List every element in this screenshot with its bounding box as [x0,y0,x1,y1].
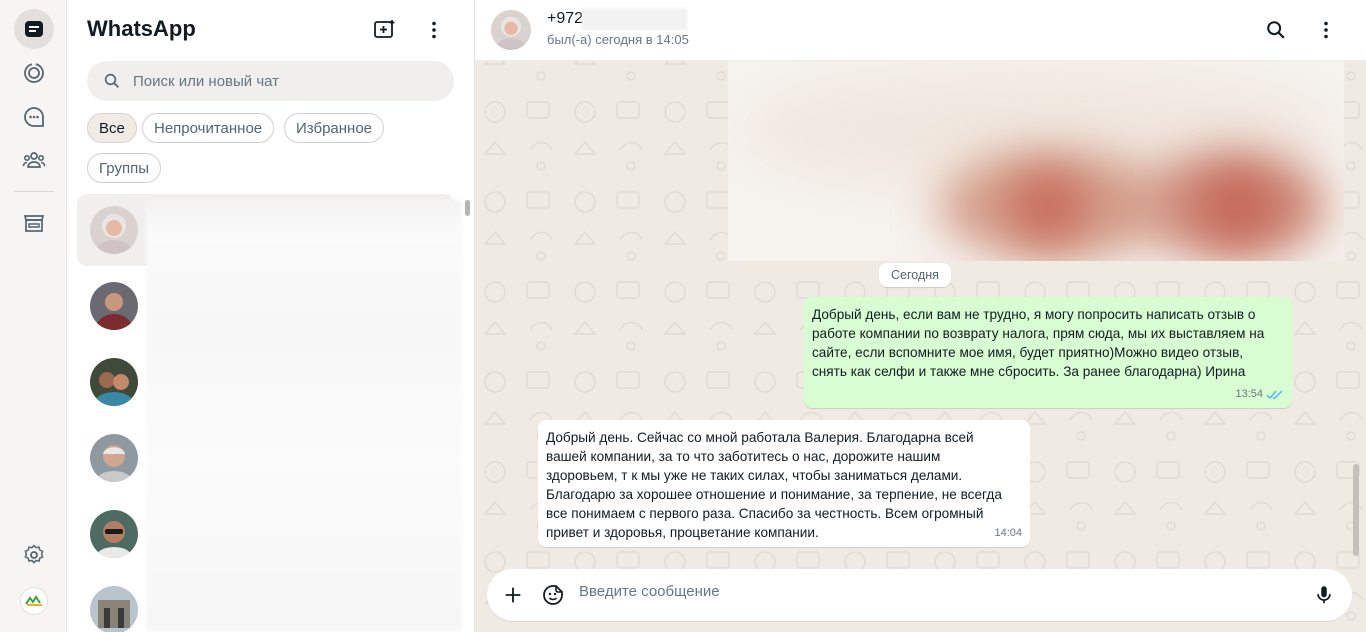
contact-avatar[interactable] [491,10,531,50]
conversation-menu-button[interactable] [1310,14,1342,46]
chat-list-panel: WhatsApp Все Непрочитанное Избранное Гру… [67,0,475,632]
outgoing-message[interactable]: Добрый день, если вам не трудно, я могу … [804,297,1292,408]
message-composer [487,569,1352,621]
voice-message-button[interactable] [1310,581,1338,609]
contact-name[interactable]: +972 [547,10,583,28]
message-line: работе компании по возврату налога, прям… [812,326,1265,341]
contact-last-seen: был(-а) сегодня в 14:05 [547,32,689,47]
chat-list-scrollbar[interactable] [465,200,470,216]
emoji-sticker-button[interactable] [539,581,567,609]
conversation-pane: +972 был(-а) сегодня в 14:05 Сегодня Доб… [475,0,1366,632]
message-time: 14:04 [994,527,1022,539]
search-icon [1267,21,1285,39]
new-chat-icon [374,20,395,38]
blurred-chat-details [146,200,462,632]
more-vertical-icon [1324,21,1328,39]
avatar [90,586,138,632]
nav-rail [0,0,67,632]
blurred-contact-number [582,8,687,30]
avatar [90,358,138,406]
message-input[interactable] [579,583,1279,600]
channels-icon [24,107,44,127]
search-box[interactable] [87,61,454,101]
message-line: здоровьем, т к мы уже не таких силах, чт… [546,468,963,483]
message-line: Благодарю за хорошее отношение и пониман… [546,487,1002,502]
profile-avatar[interactable] [20,587,48,615]
search-input[interactable] [133,72,433,90]
avatar [90,510,138,558]
rail-divider [14,191,54,192]
new-chat-button[interactable] [368,14,400,46]
avatar [90,206,138,254]
status-icon [24,63,44,83]
search-messages-button[interactable] [1260,14,1292,46]
conversation-scrollbar[interactable] [1353,464,1359,556]
double-check-icon [1266,390,1283,400]
filter-favorites[interactable]: Избранное [284,113,385,143]
image-message-blurred[interactable] [728,61,1344,261]
microphone-icon [1317,586,1331,604]
message-line: снять как селфи и также мне сбросить. За… [812,364,1246,379]
status-button[interactable] [14,53,54,93]
day-divider: Сегодня [879,263,951,287]
message-line: привет и здоровья, процветание компании. [546,525,819,540]
message-line: вашей компании, за то что заботитесь о н… [546,449,941,464]
more-vertical-icon [432,21,436,39]
avatar [90,282,138,330]
channels-button[interactable] [14,97,54,137]
message-line: все понимаем с первого раза. Спасибо за … [546,506,984,521]
filter-groups[interactable]: Группы [87,153,161,183]
message-line: Добрый день. Сейчас со мной работала Вал… [546,430,974,445]
message-line: Добрый день, если вам не трудно, я могу … [812,307,1256,322]
message-meta: 13:54 [1235,385,1284,404]
communities-button[interactable] [14,140,54,180]
plus-icon [505,587,521,603]
brand-logo-icon [25,595,42,606]
communities-icon [22,152,46,168]
list-menu-button[interactable] [418,14,450,46]
store-icon [23,215,45,232]
search-icon [104,73,120,89]
message-line: сайте, если вспомните мое имя, будет при… [812,345,1244,360]
avatar [90,434,138,482]
message-time: 13:54 [1235,388,1263,400]
settings-icon [24,544,44,564]
conversation-header[interactable]: +972 был(-а) сегодня в 14:05 [475,0,1366,61]
settings-button[interactable] [14,535,54,575]
filter-unread[interactable]: Непрочитанное [142,113,275,143]
chats-button[interactable] [14,9,54,49]
chats-icon [25,21,43,37]
filter-all[interactable]: Все [87,113,137,143]
store-button[interactable] [14,203,54,243]
incoming-message[interactable]: Добрый день. Сейчас со мной работала Вал… [538,420,1030,547]
sticker-icon [543,585,563,605]
attach-button[interactable] [499,581,527,609]
app-title: WhatsApp [87,16,196,41]
